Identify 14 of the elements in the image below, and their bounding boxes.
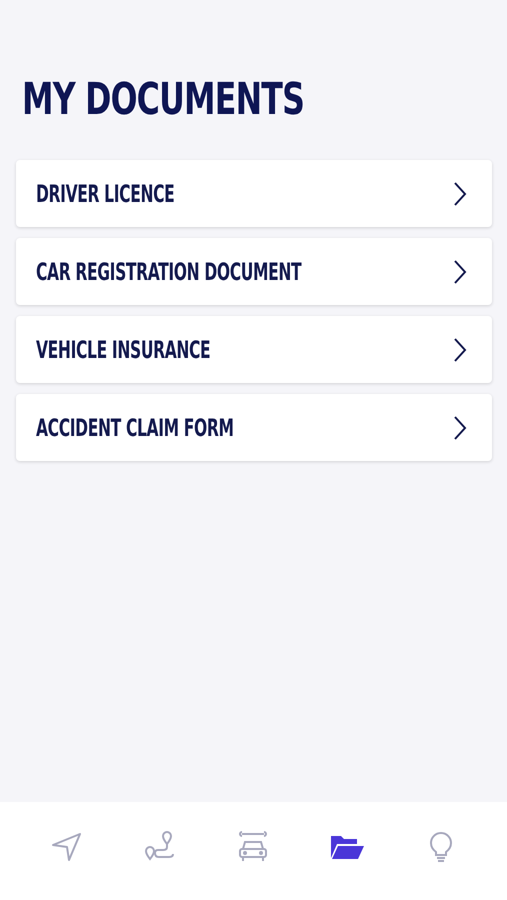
document-item[interactable]: VEHICLE INSURANCE [16, 316, 492, 383]
document-item[interactable]: ACCIDENT CLAIM FORM [16, 394, 492, 461]
chevron-right-icon [453, 414, 467, 440]
chevron-right-icon [453, 258, 467, 284]
document-label: VEHICLE INSURANCE [36, 336, 210, 364]
document-item[interactable]: DRIVER LICENCE [16, 160, 492, 227]
chevron-right-icon [453, 336, 467, 362]
document-item[interactable]: CAR REGISTRATION DOCUMENT [16, 238, 492, 305]
chevron-right-icon [453, 180, 467, 206]
document-label: DRIVER LICENCE [36, 180, 174, 208]
navigation-arrow-icon[interactable] [50, 830, 84, 864]
document-label: CAR REGISTRATION DOCUMENT [36, 258, 302, 286]
page-title: MY DOCUMENTS [22, 73, 304, 127]
document-label: ACCIDENT CLAIM FORM [36, 414, 234, 442]
